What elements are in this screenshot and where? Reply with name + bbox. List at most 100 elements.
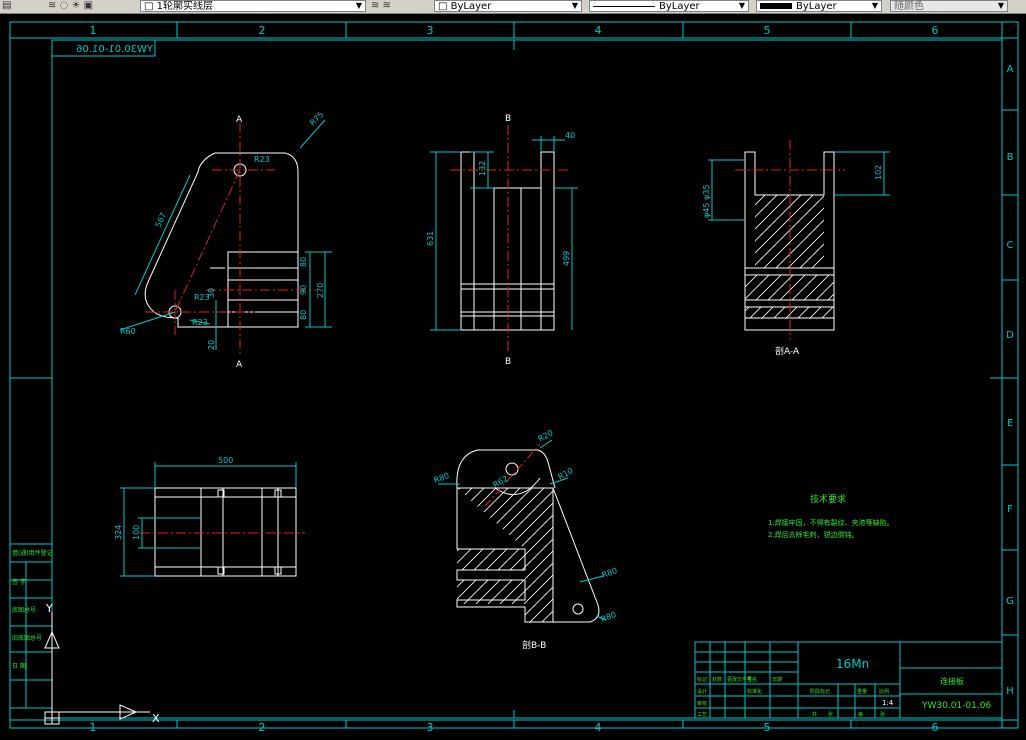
notes-line: 2.焊后去除毛刺，锐边倒钝。 xyxy=(768,530,859,539)
dim-label: 40 xyxy=(565,131,575,140)
ucs-y-label: Y xyxy=(45,602,53,615)
section-label: A xyxy=(236,115,243,125)
row-letters: A B C D E F G H xyxy=(1006,64,1014,697)
tb-cell: 日期 xyxy=(772,677,782,683)
side-view[interactable]: B B 40 132 631 499 xyxy=(426,114,578,367)
chevron-down-icon[interactable]: ▼ xyxy=(870,1,880,11)
tb-cell: 阶段标记 xyxy=(810,688,830,695)
color-dropdown[interactable]: □ ByLayer ▼ xyxy=(434,0,582,12)
tb-cell: 审核 xyxy=(697,700,707,707)
dim-label: 270 xyxy=(316,283,325,298)
tb-cell: 标记 xyxy=(697,676,707,683)
layer-dropdown[interactable]: □ 1轮廓实线层 ▼ xyxy=(140,0,366,12)
lineweight-dropdown[interactable]: ByLayer ▼ xyxy=(756,0,882,12)
mirrored-drawing-number: YW30.01-01.06 xyxy=(51,39,156,57)
col-number: 4 xyxy=(595,24,602,37)
row-letter: H xyxy=(1006,686,1014,697)
dim-label: R20 xyxy=(537,428,555,444)
notes-line: 1.焊接牢固，不得有裂纹、夹渣等缺陷。 xyxy=(768,518,894,527)
section-label: B xyxy=(505,114,511,124)
tb-cell: 重量 xyxy=(857,688,867,695)
row-letter: A xyxy=(1007,64,1014,75)
col-number: 6 xyxy=(932,24,939,37)
chevron-down-icon[interactable]: ▼ xyxy=(570,1,580,11)
col-number: 1 xyxy=(90,721,97,734)
part-name: 连接板 xyxy=(940,676,964,686)
color-value: ByLayer xyxy=(450,1,492,12)
strip-label: 借(通)用件登记 xyxy=(12,549,53,557)
row-letter: D xyxy=(1006,330,1014,341)
autocad-window: { "toolbar": { "layer_name": "1轮廓实线层", "… xyxy=(0,0,1026,740)
dim-label: 324 xyxy=(114,525,123,540)
chevron-down-icon[interactable]: ▼ xyxy=(737,1,747,11)
ucs-icon: Y X xyxy=(44,602,160,725)
tb-cell: 比例 xyxy=(879,688,889,695)
section-bb-label: 剖B-B xyxy=(522,639,546,651)
row-letter: C xyxy=(1007,240,1014,251)
row-letter: B xyxy=(1007,152,1014,163)
dim-label: 132 xyxy=(478,161,487,176)
strip-label: 签 字 xyxy=(12,578,26,586)
layer-manager-icon[interactable]: ▤ xyxy=(2,0,11,12)
linetype-dropdown[interactable]: ByLayer ▼ xyxy=(589,0,749,12)
col-number: 2 xyxy=(259,24,266,37)
linetype-preview xyxy=(593,5,655,7)
col-number: 3 xyxy=(427,721,434,734)
section-bb-view[interactable]: R20 R80 R62 R10 R80 R80 剖B-B xyxy=(433,428,619,651)
col-number: 5 xyxy=(764,24,771,37)
top-view[interactable]: 500 324 100 xyxy=(114,456,305,577)
col-number: 1 xyxy=(90,24,97,37)
chevron-down-icon[interactable]: ▼ xyxy=(996,1,1006,11)
section-aa-view[interactable]: 102 φ45 φ35 剖A-A xyxy=(702,140,890,357)
dim-label: R23 xyxy=(254,155,270,164)
linetype-value: ByLayer xyxy=(659,1,700,12)
column-numbers: 1 2 3 4 5 6 1 2 3 4 5 6 xyxy=(90,24,939,734)
dim-label: R80 xyxy=(600,610,618,624)
drawing-number-mirrored: YW30.01-01.06 xyxy=(76,44,154,55)
dim-label: 80 xyxy=(299,310,308,320)
dim-label: R80 xyxy=(601,566,619,580)
layer-state-icons[interactable]: ≋ ◌ ☀ ▣ xyxy=(48,0,93,12)
section-label: A xyxy=(236,360,243,370)
lineweight-preview xyxy=(760,3,792,9)
strip-label: 日 期 xyxy=(12,662,26,670)
title-block: 16Mn 连接板 YW30.01-01.06 1:4 标记 处数 更改文件号 签… xyxy=(694,641,1003,719)
dim-label: 20 xyxy=(207,340,216,350)
dim-label: 100 xyxy=(132,525,141,540)
layer-color-swatch: □ xyxy=(144,1,157,12)
tb-cell: 张 xyxy=(880,711,885,718)
left-revision-strip: 借(通)用件登记 旧底图总号 底图总号 签 字 日 期 xyxy=(9,543,53,709)
chevron-down-icon[interactable]: ▼ xyxy=(354,1,364,11)
dim-label: 500 xyxy=(218,456,233,465)
tb-cell: 第 xyxy=(858,711,863,718)
dim-label: R80 xyxy=(433,471,451,485)
tb-cell: 张 xyxy=(828,711,833,718)
dim-label: 631 xyxy=(426,231,435,246)
dim-label: R62 xyxy=(492,474,510,490)
dim-label: φ45 φ35 xyxy=(702,185,711,218)
dim-label: R60 xyxy=(120,327,136,336)
tb-cell: 标准化 xyxy=(747,688,762,695)
lineweight-value: ByLayer xyxy=(796,1,837,12)
drawing-area[interactable]: 1 2 3 4 5 6 1 2 3 4 5 6 A B C D E F G H … xyxy=(0,14,1026,740)
plotstyle-dropdown[interactable]: 随颜色 ▼ xyxy=(890,0,1008,12)
dim-label: 102 xyxy=(874,165,883,180)
tb-cell: 设计 xyxy=(697,688,707,695)
front-view[interactable]: A A R75 R23 567 R60 R23 R23 30 80 90 80 … xyxy=(119,110,332,370)
tb-cell: 处数 xyxy=(712,676,722,683)
tb-cell: 共 xyxy=(812,711,817,718)
strip-label: 旧底图总号 xyxy=(12,634,42,642)
strip-label: 底图总号 xyxy=(12,606,36,614)
dim-label: 90 xyxy=(299,285,308,295)
dim-label: R10 xyxy=(557,466,575,482)
plotstyle-value: 随颜色 xyxy=(894,1,924,12)
properties-toolbar: ▤ ≋ ◌ ☀ ▣ □ 1轮廓实线层 ▼ ≋ ≋ □ ByLayer ▼ ByL… xyxy=(0,0,1026,14)
material-text: 16Mn xyxy=(836,657,869,671)
dim-label: R75 xyxy=(308,110,326,128)
technical-notes: 技术要求 1.焊接牢固，不得有裂纹、夹渣等缺陷。 2.焊后去除毛刺，锐边倒钝。 xyxy=(768,493,894,539)
drawing-number: YW30.01-01.06 xyxy=(921,701,991,711)
notes-heading: 技术要求 xyxy=(810,493,846,505)
tb-cell: 签名 xyxy=(747,676,757,683)
make-current-layer-icon[interactable]: ≋ ≋ xyxy=(371,0,391,12)
row-letter: F xyxy=(1007,504,1013,515)
